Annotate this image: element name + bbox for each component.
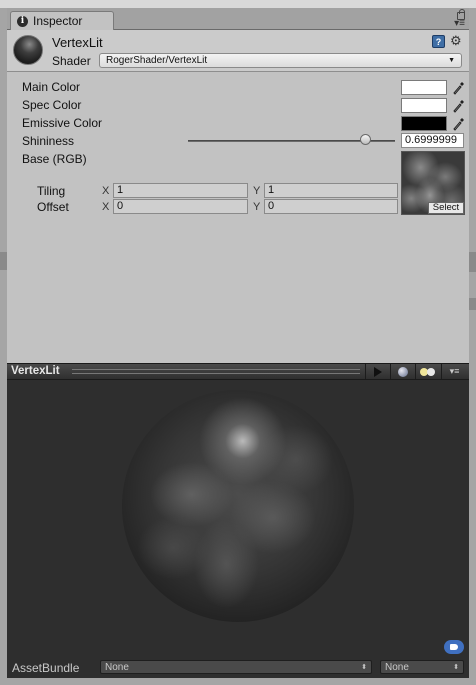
shader-dropdown-value: RogerShader/VertexLit bbox=[106, 55, 208, 66]
offset-x-label: X bbox=[102, 201, 110, 213]
preview-drag-handle[interactable] bbox=[72, 369, 360, 374]
chevron-updown-icon: ⬍ bbox=[453, 664, 459, 671]
inspector-panel: VertexLit Shader RogerShader/VertexLit ▼… bbox=[7, 30, 469, 363]
tiling-y-label: Y bbox=[253, 185, 261, 197]
asset-bundle-label: AssetBundle bbox=[12, 661, 80, 675]
top-strip bbox=[0, 0, 476, 8]
play-button[interactable] bbox=[365, 364, 389, 379]
preview-sphere bbox=[122, 390, 354, 622]
menu-icon[interactable]: ▾≡ bbox=[454, 19, 465, 29]
chevron-down-icon: ▼ bbox=[448, 57, 455, 64]
base-texture-slot[interactable]: Select bbox=[401, 151, 465, 215]
preview-lights-button[interactable] bbox=[415, 364, 439, 379]
asset-bundle-variant-value: None bbox=[385, 661, 409, 673]
material-thumbnail bbox=[13, 35, 43, 65]
offset-label: Offset bbox=[37, 200, 69, 214]
help-book-icon[interactable]: ? bbox=[432, 35, 445, 48]
tiling-x-field[interactable]: 1 bbox=[113, 183, 248, 198]
shader-label: Shader bbox=[52, 54, 91, 68]
info-icon: i bbox=[17, 15, 28, 27]
tiling-label: Tiling bbox=[37, 184, 66, 198]
bottom-strip bbox=[7, 678, 469, 685]
lights-icon bbox=[419, 367, 436, 377]
material-preview[interactable] bbox=[7, 380, 469, 655]
asset-bundle-name-value: None bbox=[105, 661, 129, 673]
preview-header[interactable]: VertexLit ▾≡ bbox=[7, 363, 469, 380]
tiling-y-field[interactable]: 1 bbox=[264, 183, 398, 198]
base-texture-label: Base (RGB) bbox=[22, 152, 87, 166]
preview-mesh-button[interactable] bbox=[390, 364, 414, 379]
shader-dropdown[interactable]: RogerShader/VertexLit ▼ bbox=[99, 53, 462, 68]
texture-select-button[interactable]: Select bbox=[428, 202, 464, 214]
menu-icon: ▾≡ bbox=[449, 366, 460, 376]
sphere-icon bbox=[397, 366, 408, 377]
tab-bar: i Inspector ▾≡ bbox=[7, 8, 469, 30]
play-icon bbox=[373, 366, 382, 377]
eyedropper-icon[interactable] bbox=[451, 80, 465, 95]
right-border bbox=[469, 8, 476, 685]
tab-inspector[interactable]: i Inspector bbox=[10, 11, 114, 30]
main-color-label: Main Color bbox=[22, 80, 81, 94]
left-border bbox=[0, 8, 7, 685]
spec-color-label: Spec Color bbox=[22, 98, 82, 112]
tag-icon[interactable] bbox=[444, 640, 464, 654]
tiling-x-label: X bbox=[102, 185, 110, 197]
shininess-label: Shininess bbox=[22, 134, 75, 148]
gear-icon[interactable]: ⚙ bbox=[450, 33, 462, 49]
preview-menu-button[interactable]: ▾≡ bbox=[441, 364, 467, 379]
offset-y-label: Y bbox=[253, 201, 261, 213]
asset-bundle-name-dropdown[interactable]: None ⬍ bbox=[100, 660, 372, 674]
material-header: VertexLit Shader RogerShader/VertexLit ▼… bbox=[7, 30, 469, 72]
asset-bundle-variant-dropdown[interactable]: None ⬍ bbox=[380, 660, 464, 674]
window-controls: ▾≡ bbox=[454, 9, 465, 29]
offset-y-field[interactable]: 0 bbox=[264, 199, 398, 214]
lock-icon[interactable] bbox=[457, 9, 465, 20]
emissive-color-swatch[interactable] bbox=[401, 116, 447, 131]
emissive-color-label: Emissive Color bbox=[22, 116, 103, 130]
eyedropper-icon[interactable] bbox=[451, 116, 465, 131]
preview-title: VertexLit bbox=[11, 365, 60, 377]
spec-color-swatch[interactable] bbox=[401, 98, 447, 113]
shininess-value-field[interactable]: 0.6999999 bbox=[401, 133, 464, 148]
main-color-swatch[interactable] bbox=[401, 80, 447, 95]
offset-x-field[interactable]: 0 bbox=[113, 199, 248, 214]
tab-inspector-label: Inspector bbox=[33, 14, 83, 28]
chevron-updown-icon: ⬍ bbox=[361, 664, 367, 671]
shininess-slider-thumb[interactable] bbox=[359, 134, 371, 145]
eyedropper-icon[interactable] bbox=[451, 98, 465, 113]
material-name: VertexLit bbox=[52, 35, 103, 50]
